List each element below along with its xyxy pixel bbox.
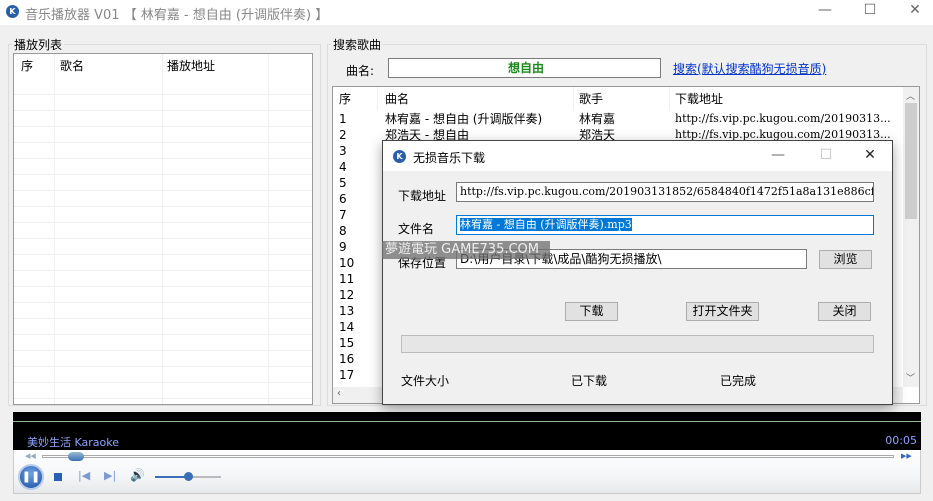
seek-bar[interactable] — [42, 455, 894, 458]
col-header[interactable]: 序 — [21, 54, 33, 78]
window-title: 音乐播放器 V01 【 林宥嘉 - 想自由 (升调版伴奏) 】 — [25, 8, 329, 23]
cell-no: 16 — [339, 352, 355, 366]
cell-url: http://fs.vip.pc.kugou.com/20190313... — [675, 112, 891, 125]
downloaded-label: 已下载 — [571, 374, 608, 388]
cell-no: 12 — [339, 288, 355, 302]
volume-icon[interactable]: 🔊 — [130, 468, 145, 482]
grid-line — [14, 350, 312, 351]
grid-line — [14, 318, 312, 319]
filename-label: 文件名 — [398, 222, 435, 236]
search-link[interactable]: 搜索(默认搜索酷狗无损音质) — [673, 60, 826, 77]
grid-line — [14, 142, 312, 143]
cell-title: 林宥嘉 - 想自由 (升调版伴奏) — [385, 112, 543, 126]
playlist-table[interactable]: 序 歌名 播放地址 — [13, 53, 313, 405]
song-label: 曲名: — [346, 64, 375, 78]
dialog-close-button[interactable]: ✕ — [855, 147, 885, 163]
dialog-maximize-button[interactable]: ☐ — [811, 147, 841, 163]
grid-line — [14, 270, 312, 271]
filename-selection: 林宥嘉 - 想自由 (升调版伴奏).mp3 — [460, 218, 632, 231]
cell-no: 17 — [339, 368, 355, 382]
browse-button[interactable]: 浏览 — [819, 250, 872, 269]
cell-no: 4 — [339, 160, 347, 174]
grid-line — [14, 286, 312, 287]
cell-no: 1 — [339, 112, 347, 126]
grid-line — [14, 206, 312, 207]
cell-no: 6 — [339, 192, 347, 206]
app-icon: K — [6, 5, 19, 18]
grid-line — [14, 254, 312, 255]
cell-no: 3 — [339, 144, 347, 158]
download-progress-bar — [401, 335, 874, 353]
url-label: 下载地址 — [398, 189, 447, 203]
dialog-title: 无损音乐下载 — [413, 151, 486, 165]
grid-line — [14, 222, 312, 223]
stop-button[interactable] — [54, 473, 62, 481]
table-row[interactable]: 1 林宥嘉 - 想自由 (升调版伴奏) 林宥嘉 http://fs.vip.pc.ku… — [333, 111, 919, 127]
download-button[interactable]: 下载 — [565, 302, 618, 321]
previous-button[interactable]: |◀ — [78, 469, 90, 482]
grid-line — [14, 382, 312, 383]
grid-line — [14, 174, 312, 175]
grid-line — [14, 366, 312, 367]
maximize-button[interactable]: ☐ — [855, 2, 885, 18]
col-header[interactable]: 下载地址 — [675, 87, 723, 111]
grid-line — [14, 238, 312, 239]
cell-no: 14 — [339, 320, 355, 334]
col-header[interactable]: 歌手 — [579, 87, 603, 111]
seek-thumb[interactable] — [68, 452, 85, 461]
cell-no: 15 — [339, 336, 355, 350]
grid-line — [14, 398, 312, 399]
open-folder-button[interactable]: 打开文件夹 — [686, 302, 759, 321]
file-size-label: 文件大小 — [401, 374, 450, 388]
next-button[interactable]: ▶| — [104, 469, 116, 482]
search-label: 搜索歌曲 — [331, 36, 384, 53]
song-input[interactable]: 想自由 — [388, 58, 661, 78]
title-bar: K 音乐播放器 V01 【 林宥嘉 - 想自由 (升调版伴奏) 】 — ☐ ✕ — [0, 0, 933, 25]
dialog-icon: K — [393, 150, 406, 163]
col-header[interactable]: 序 — [339, 87, 351, 111]
download-dialog: K 无损音乐下载 — ☐ ✕ 下载地址 http://fs.vip.pc.kug… — [382, 140, 893, 405]
grid-line — [14, 302, 312, 303]
col-header[interactable]: 歌名 — [60, 54, 84, 78]
grid-line — [14, 126, 312, 127]
player-display: 美妙生活 Karaoke 00:05 — [13, 412, 921, 450]
track-title: 美妙生活 Karaoke — [27, 436, 119, 449]
grid-line — [14, 190, 312, 191]
cell-no: 8 — [339, 224, 347, 238]
col-header[interactable]: 曲名 — [385, 87, 409, 111]
grid-line — [14, 94, 312, 95]
grid-line — [14, 158, 312, 159]
cell-artist: 林宥嘉 — [579, 112, 616, 126]
cell-no: 13 — [339, 304, 355, 318]
grid-line — [14, 334, 312, 335]
player-controls: ◀◀ ▶▶ ❚❚ |◀ ▶| 🔊 — [13, 450, 921, 494]
track-time: 00:05 — [885, 434, 917, 447]
cell-no: 10 — [339, 256, 355, 270]
dialog-minimize-button[interactable]: — — [763, 147, 793, 163]
minimize-button[interactable]: — — [810, 2, 840, 18]
playlist-label: 播放列表 — [12, 36, 65, 53]
col-header[interactable]: 播放地址 — [167, 54, 215, 78]
cell-no: 5 — [339, 176, 347, 190]
dialog-close-btn[interactable]: 关闭 — [818, 302, 871, 321]
url-input[interactable]: http://fs.vip.pc.kugou.com/201903131852/… — [456, 182, 874, 202]
fast-forward-icon[interactable]: ▶▶ — [901, 452, 912, 460]
filename-input[interactable]: 林宥嘉 - 想自由 (升调版伴奏).mp3 — [456, 215, 874, 235]
close-button[interactable]: ✕ — [900, 2, 930, 18]
rewind-icon[interactable]: ◀◀ — [25, 452, 36, 460]
watermark: 夢遊電玩 GAME735.COM — [382, 241, 550, 259]
cell-no: 9 — [339, 240, 347, 254]
dialog-title-bar: K 无损音乐下载 — ☐ ✕ — [383, 141, 892, 171]
cell-no: 2 — [339, 128, 347, 142]
pause-button[interactable]: ❚❚ — [18, 464, 44, 490]
cell-no: 7 — [339, 208, 347, 222]
cell-no: 11 — [339, 272, 355, 286]
completed-label: 已完成 — [720, 374, 757, 388]
volume-thumb[interactable] — [184, 472, 193, 481]
grid-line — [14, 110, 312, 111]
